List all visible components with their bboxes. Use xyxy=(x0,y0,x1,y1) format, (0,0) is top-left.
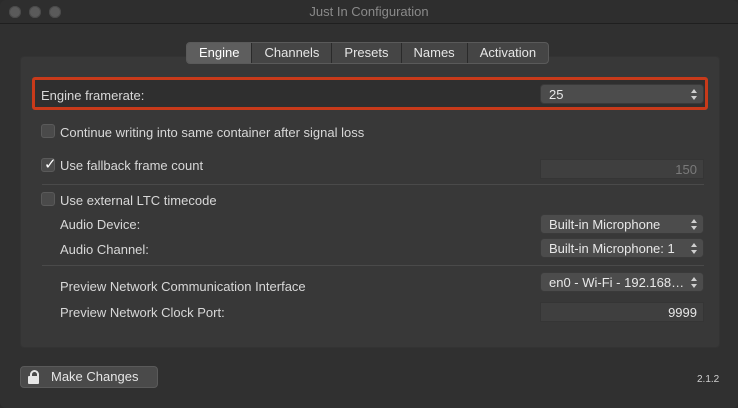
audio-device-value: Built-in Microphone xyxy=(549,217,661,232)
window-title: Just In Configuration xyxy=(309,4,429,19)
preview-interface-label: Preview Network Communication Interface xyxy=(60,279,306,294)
stepper-arrows-icon xyxy=(691,276,698,289)
audio-channel-select[interactable]: Built-in Microphone: 1 xyxy=(540,238,704,258)
preview-interface-value: en0 - Wi-Fi - 192.168… xyxy=(549,275,685,290)
tab-activation[interactable]: Activation xyxy=(466,43,548,63)
preview-port-label: Preview Network Clock Port: xyxy=(60,305,225,320)
fallback-frame-count-field[interactable]: 150 xyxy=(540,159,704,179)
fallback-label: Use fallback frame count xyxy=(60,158,204,173)
fallback-checkbox[interactable]: ✓ xyxy=(41,156,57,173)
make-changes-label: Make Changes xyxy=(51,369,139,384)
tab-presets[interactable]: Presets xyxy=(331,43,400,63)
divider xyxy=(42,184,704,185)
stepper-arrows-icon xyxy=(691,242,698,255)
version-label: 2.1.2 xyxy=(697,374,720,385)
framerate-label: Engine framerate: xyxy=(41,88,145,103)
tab-bar: Engine Channels Presets Names Activation xyxy=(186,42,550,64)
config-window: Just In Configuration Engine Channels Pr… xyxy=(0,0,738,408)
framerate-select[interactable]: 25 xyxy=(540,84,704,104)
framerate-value: 25 xyxy=(549,87,564,102)
continue-writing-label: Continue writing into same container aft… xyxy=(60,125,365,140)
lock-icon xyxy=(28,370,39,384)
preview-port-field[interactable]: 9999 xyxy=(540,302,704,322)
checkmark-icon: ✓ xyxy=(44,156,57,173)
stepper-arrows-icon xyxy=(691,88,698,101)
audio-channel-label: Audio Channel: xyxy=(60,242,149,257)
tab-engine[interactable]: Engine xyxy=(187,43,252,63)
title-bar: Just In Configuration xyxy=(0,0,738,24)
make-changes-button[interactable]: Make Changes xyxy=(20,366,158,388)
stepper-arrows-icon xyxy=(691,218,698,231)
tab-names[interactable]: Names xyxy=(400,43,467,63)
audio-device-select[interactable]: Built-in Microphone xyxy=(540,214,704,234)
tab-channels[interactable]: Channels xyxy=(251,43,331,63)
audio-channel-value: Built-in Microphone: 1 xyxy=(549,241,675,256)
audio-device-label: Audio Device: xyxy=(60,217,141,232)
continue-writing-checkbox[interactable] xyxy=(41,124,55,138)
ltc-label: Use external LTC timecode xyxy=(60,193,217,208)
divider xyxy=(42,265,704,266)
preview-interface-select[interactable]: en0 - Wi-Fi - 192.168… xyxy=(540,272,704,292)
ltc-checkbox[interactable] xyxy=(41,192,55,206)
